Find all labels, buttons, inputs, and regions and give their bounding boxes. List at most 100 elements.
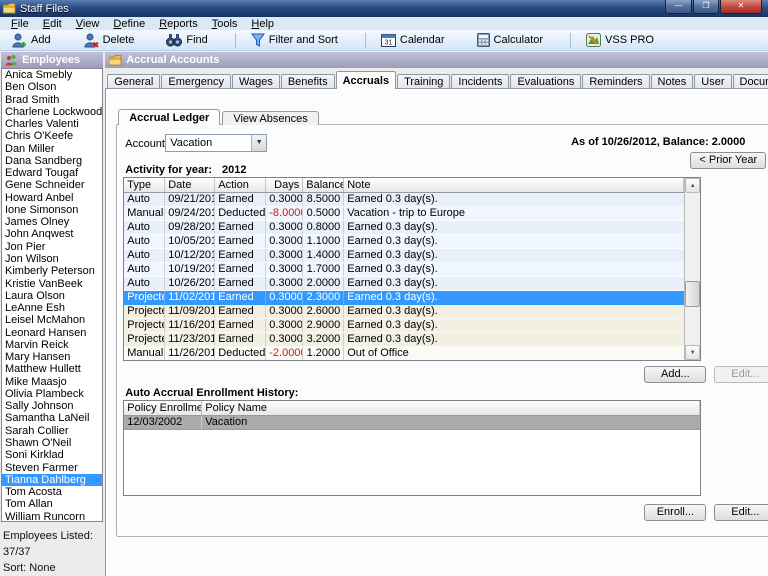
table-row[interactable]: Manual11/26/2012Deducted-2.00001.2000Out… (124, 347, 684, 360)
employee-item[interactable]: Marvin Reick (2, 339, 102, 351)
column-header-date[interactable]: Date (165, 178, 215, 192)
toolbar-filter-and-sort[interactable]: Filter and Sort (246, 32, 343, 48)
close-button[interactable]: ✕ (720, 0, 762, 14)
scroll-up-arrow[interactable]: ▲ (685, 178, 700, 193)
employee-item[interactable]: Tom Allan (2, 498, 102, 510)
column-header-policy-enrollment-date[interactable]: Policy Enrollment Date (124, 401, 202, 415)
table-row[interactable]: Projected11/23/2012Earned0.30003.2000Ear… (124, 333, 684, 347)
employee-item[interactable]: Dana Sandberg (2, 155, 102, 167)
table-row[interactable]: Auto10/26/2012Earned0.30002.0000Earned 0… (124, 277, 684, 291)
employee-item[interactable]: Anica Smebly (2, 69, 102, 81)
employee-item[interactable]: Charles Valenti (2, 118, 102, 130)
toolbar-add[interactable]: Add (6, 32, 56, 49)
tab-emergency[interactable]: Emergency (161, 74, 231, 89)
table-row[interactable]: Auto10/12/2012Earned0.30001.4000Earned 0… (124, 249, 684, 263)
table-row[interactable]: Auto10/05/2012Earned0.30001.1000Earned 0… (124, 235, 684, 249)
tab-training[interactable]: Training (397, 74, 450, 89)
table-row[interactable]: Projected11/09/2012Earned0.30002.6000Ear… (124, 305, 684, 319)
scroll-track[interactable] (685, 193, 700, 345)
prior-year-button[interactable]: < Prior Year (690, 152, 766, 169)
enroll-button[interactable]: Enroll... (644, 504, 706, 521)
edit-button[interactable]: Edit... (714, 366, 768, 383)
employee-item[interactable]: Leonard Hansen (2, 327, 102, 339)
tab-wages[interactable]: Wages (232, 74, 280, 89)
employee-item[interactable]: Gene Schneider (2, 179, 102, 191)
column-header-action[interactable]: Action (215, 178, 266, 192)
employee-item[interactable]: William Runcorn (2, 511, 102, 522)
employee-item[interactable]: Steven Farmer (2, 462, 102, 474)
employee-item[interactable]: Samantha LaNeil (2, 412, 102, 424)
tab-notes[interactable]: Notes (651, 74, 694, 89)
employee-item[interactable]: Kimberly Peterson (2, 265, 102, 277)
employee-item[interactable]: Laura Olson (2, 290, 102, 302)
table-row[interactable]: Manual09/24/2012Deducted-8.00000.5000Vac… (124, 207, 684, 221)
menu-tools[interactable]: Tools (205, 18, 245, 30)
employee-item[interactable]: Tom Acosta (2, 486, 102, 498)
menu-help[interactable]: Help (244, 18, 281, 30)
tab-user[interactable]: User (694, 74, 731, 89)
add-button[interactable]: Add... (644, 366, 706, 383)
scroll-down-arrow[interactable]: ▼ (685, 345, 700, 360)
menu-edit[interactable]: Edit (36, 18, 69, 30)
enrollment-row[interactable]: 12/03/2002Vacation (124, 416, 700, 430)
employee-item[interactable]: Edward Tougaf (2, 167, 102, 179)
tab-documents[interactable]: Documents (733, 74, 768, 89)
toolbar-vss-pro[interactable]: VSS PRO (581, 32, 659, 48)
toolbar-delete[interactable]: Delete (78, 32, 140, 49)
menu-file[interactable]: File (4, 18, 36, 30)
employee-item[interactable]: Chris O'Keefe (2, 130, 102, 142)
tab-evaluations[interactable]: Evaluations (510, 74, 581, 89)
employee-item[interactable]: Shawn O'Neil (2, 437, 102, 449)
employee-item[interactable]: Ben Olson (2, 81, 102, 93)
employee-item[interactable]: Howard Anbel (2, 192, 102, 204)
employee-item[interactable]: Mike Maasjo (2, 376, 102, 388)
toolbar-calendar[interactable]: 31Calendar (376, 32, 450, 48)
employee-item[interactable]: Sarah Collier (2, 425, 102, 437)
column-header-type[interactable]: Type (124, 178, 165, 192)
tab-benefits[interactable]: Benefits (281, 74, 335, 89)
employee-item[interactable]: Soni Kirklad (2, 449, 102, 461)
restore-button[interactable]: ❐ (693, 0, 719, 14)
menu-define[interactable]: Define (106, 18, 152, 30)
menu-reports[interactable]: Reports (152, 18, 205, 30)
employee-item[interactable]: Kristie VanBeek (2, 278, 102, 290)
tab-reminders[interactable]: Reminders (582, 74, 649, 89)
tab-accruals[interactable]: Accruals (336, 71, 396, 89)
employee-item[interactable]: Ione Simonson (2, 204, 102, 216)
toolbar-find[interactable]: Find (161, 32, 212, 48)
tab-general[interactable]: General (107, 74, 160, 89)
subtab-view-absences[interactable]: View Absences (222, 111, 318, 125)
table-row[interactable]: Projected11/16/2012Earned0.30002.9000Ear… (124, 319, 684, 333)
employee-item[interactable]: LeAnne Esh (2, 302, 102, 314)
table-row[interactable]: Auto09/21/2012Earned0.30008.5000Earned 0… (124, 193, 684, 207)
column-header-note[interactable]: Note (344, 178, 684, 192)
employee-item[interactable]: Charlene Lockwood (2, 106, 102, 118)
account-select[interactable]: Vacation ▼ (165, 134, 267, 152)
column-header-policy-name[interactable]: Policy Name (202, 401, 700, 415)
enroll-edit-button[interactable]: Edit... (714, 504, 768, 521)
employee-item[interactable]: Sally Johnson (2, 400, 102, 412)
tab-incidents[interactable]: Incidents (451, 74, 509, 89)
employee-item[interactable]: James Olney (2, 216, 102, 228)
employee-item[interactable]: Dan Miller (2, 143, 102, 155)
employee-item[interactable]: Jon Pier (2, 241, 102, 253)
table-row[interactable]: Projected11/02/2012Earned0.30002.3000Ear… (124, 291, 684, 305)
employee-item[interactable]: Jon Wilson (2, 253, 102, 265)
employee-item[interactable]: Olivia Plambeck (2, 388, 102, 400)
table-row[interactable]: Auto09/28/2012Earned0.30000.8000Earned 0… (124, 221, 684, 235)
employee-item[interactable]: John Anqwest (2, 228, 102, 240)
minimize-button[interactable]: — (665, 0, 692, 14)
column-header-balance[interactable]: Balance (303, 178, 344, 192)
toolbar-calculator[interactable]: Calculator (472, 32, 549, 48)
activity-table-scrollbar[interactable]: ▲ ▼ (684, 178, 700, 360)
menu-view[interactable]: View (69, 18, 107, 30)
scroll-thumb[interactable] (685, 281, 700, 307)
employee-item[interactable]: Brad Smith (2, 94, 102, 106)
subtab-accrual-ledger[interactable]: Accrual Ledger (118, 109, 220, 125)
employee-item[interactable]: Mary Hansen (2, 351, 102, 363)
employee-item[interactable]: Matthew Hullett (2, 363, 102, 375)
table-row[interactable]: Auto10/19/2012Earned0.30001.7000Earned 0… (124, 263, 684, 277)
employee-item[interactable]: Leisel McMahon (2, 314, 102, 326)
employee-item[interactable]: Tianna Dahlberg (2, 474, 102, 486)
column-header-days[interactable]: Days (266, 178, 303, 192)
